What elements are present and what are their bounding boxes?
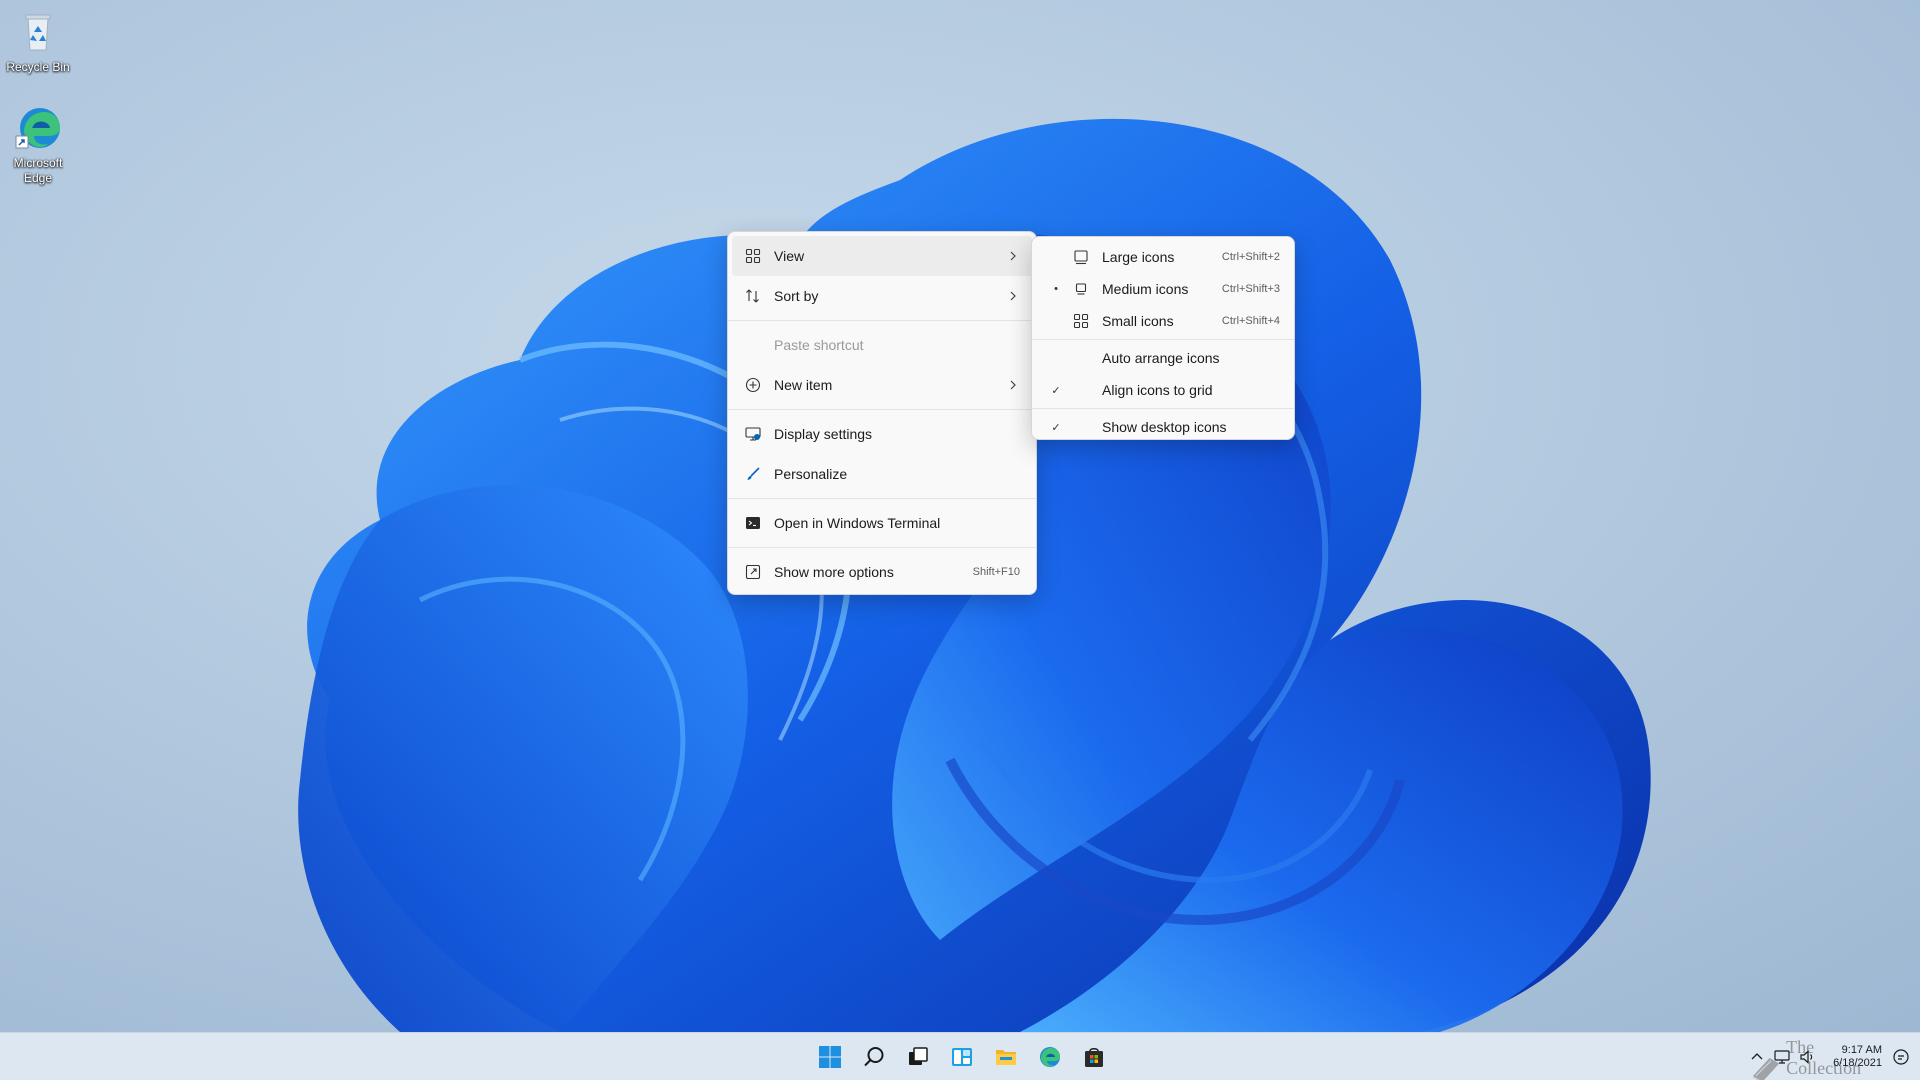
chevron-right-icon — [1006, 249, 1020, 263]
file-explorer-button[interactable] — [984, 1035, 1028, 1079]
submenu-separator — [1032, 339, 1294, 340]
menu-item-open-terminal[interactable]: Open in Windows Terminal — [732, 503, 1032, 543]
start-icon — [819, 1046, 841, 1068]
menu-item-personalize[interactable]: Personalize — [732, 454, 1032, 494]
submenu-item-label: Show desktop icons — [1102, 419, 1227, 435]
medium-icons-icon — [1072, 280, 1090, 298]
submenu-item-large-icons[interactable]: Large icons Ctrl+Shift+2 — [1036, 241, 1290, 273]
submenu-item-show-desktop-icons[interactable]: ✓ Show desktop icons — [1036, 411, 1290, 443]
menu-item-label: Display settings — [774, 426, 873, 442]
sort-icon — [744, 287, 762, 305]
menu-item-show-more-options[interactable]: Show more options Shift+F10 — [732, 552, 1032, 592]
menu-item-label: Paste shortcut — [774, 337, 864, 353]
edge-button[interactable] — [1028, 1035, 1072, 1079]
start-button[interactable] — [808, 1035, 852, 1079]
more-options-icon — [744, 563, 762, 581]
task-view-icon — [909, 1047, 928, 1065]
chevron-right-icon — [1006, 289, 1020, 303]
selection-mark: • — [1054, 283, 1058, 295]
check-icon: ✓ — [1051, 421, 1061, 434]
menu-item-label: Open in Windows Terminal — [774, 515, 941, 531]
search-icon — [864, 1047, 884, 1067]
submenu-item-label: Auto arrange icons — [1102, 350, 1220, 366]
check-icon: ✓ — [1051, 384, 1061, 397]
submenu-item-medium-icons[interactable]: • Medium icons Ctrl+Shift+3 — [1036, 273, 1290, 305]
menu-item-label: New item — [774, 377, 833, 393]
shortcut-text: Ctrl+Shift+3 — [1221, 283, 1280, 295]
network-icon[interactable] — [1773, 1048, 1791, 1066]
grid-icon — [744, 247, 762, 265]
system-tray: The Collection Book 9:17 AM 6/18/2021 — [1749, 1033, 1920, 1080]
view-submenu: Large icons Ctrl+Shift+2 • Medium icons … — [1031, 236, 1295, 440]
submenu-item-align-to-grid[interactable]: ✓ Align icons to grid — [1036, 374, 1290, 406]
large-icons-icon — [1072, 248, 1090, 266]
desktop-icon-label: Microsoft Edge — [13, 156, 63, 185]
menu-item-display-settings[interactable]: Display settings — [732, 414, 1032, 454]
shortcut-text: Ctrl+Shift+2 — [1221, 251, 1280, 263]
plus-circle-icon — [744, 376, 762, 394]
menu-item-label: Personalize — [774, 466, 848, 482]
clock-date: 6/18/2021 — [1833, 1057, 1882, 1069]
submenu-item-label: Medium icons — [1102, 281, 1189, 297]
small-icons-icon — [1072, 312, 1090, 330]
widgets-button[interactable] — [940, 1035, 984, 1079]
submenu-item-auto-arrange[interactable]: Auto arrange icons — [1036, 342, 1290, 374]
submenu-item-small-icons[interactable]: Small icons Ctrl+Shift+4 — [1036, 305, 1290, 337]
menu-item-view[interactable]: View — [732, 236, 1032, 276]
clock-time: 9:17 AM — [1841, 1044, 1882, 1056]
submenu-item-label: Align icons to grid — [1102, 382, 1213, 398]
taskbar: The Collection Book 9:17 AM 6/18/2021 — [0, 1032, 1920, 1080]
menu-item-paste-shortcut[interactable]: Paste shortcut — [732, 325, 1032, 365]
submenu-item-label: Large icons — [1102, 249, 1175, 265]
desktop-icon-label: Recycle Bin — [6, 60, 70, 74]
menu-item-sort-by[interactable]: Sort by — [732, 276, 1032, 316]
menu-item-label: Show more options — [774, 564, 894, 580]
taskbar-apps — [808, 1033, 1116, 1080]
submenu-item-label: Small icons — [1102, 313, 1174, 329]
menu-separator — [728, 409, 1036, 410]
shortcut-text: Shift+F10 — [972, 566, 1020, 578]
notification-icon[interactable] — [1892, 1048, 1910, 1066]
desktop-icon-microsoft-edge[interactable]: Microsoft Edge — [0, 104, 76, 186]
menu-item-label: View — [774, 248, 805, 264]
clock[interactable]: 9:17 AM 6/18/2021 — [1833, 1044, 1882, 1070]
terminal-icon — [744, 514, 762, 532]
search-button[interactable] — [852, 1035, 896, 1079]
menu-item-label: Sort by — [774, 288, 819, 304]
desktop-icon-recycle-bin[interactable]: Recycle Bin — [0, 8, 76, 75]
widgets-icon — [952, 1048, 972, 1066]
desktop-context-menu: View Sort by Paste shortcut New item Dis… — [727, 231, 1037, 595]
menu-separator — [728, 498, 1036, 499]
chevron-right-icon — [1006, 378, 1020, 392]
tray-icons — [1749, 1048, 1817, 1066]
display-settings-icon — [744, 425, 762, 443]
store-button[interactable] — [1072, 1035, 1116, 1079]
file-explorer-icon — [996, 1050, 1016, 1065]
volume-icon[interactable] — [1799, 1048, 1817, 1066]
menu-separator — [728, 547, 1036, 548]
menu-item-new-item[interactable]: New item — [732, 365, 1032, 405]
task-view-button[interactable] — [896, 1035, 940, 1079]
store-icon — [1085, 1048, 1103, 1067]
recycle-bin-icon — [14, 8, 62, 56]
submenu-separator — [1032, 408, 1294, 409]
brush-icon — [744, 465, 762, 483]
edge-icon — [14, 104, 62, 152]
edge-icon — [1040, 1047, 1060, 1067]
chevron-up-icon[interactable] — [1749, 1049, 1765, 1065]
shortcut-text: Ctrl+Shift+4 — [1221, 315, 1280, 327]
menu-separator — [728, 320, 1036, 321]
